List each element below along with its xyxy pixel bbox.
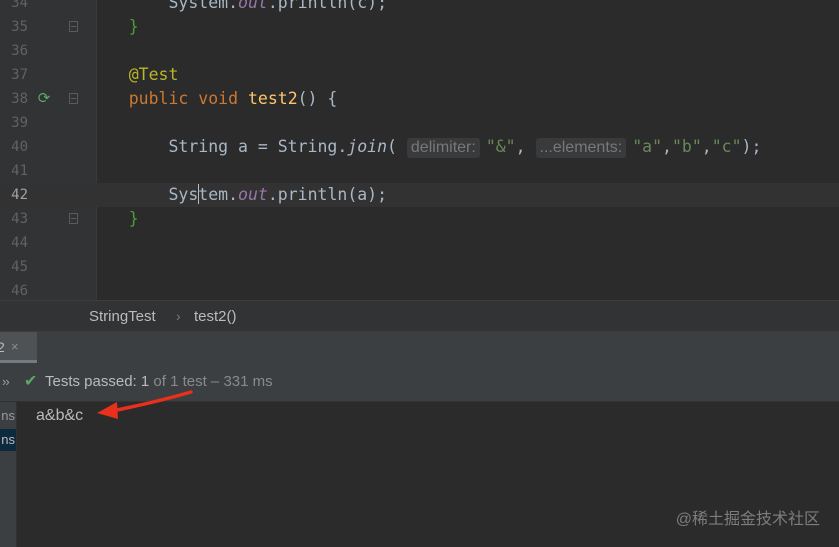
watermark: @稀土掘金技术社区 <box>675 511 820 528</box>
annotation-arrow <box>97 390 193 419</box>
